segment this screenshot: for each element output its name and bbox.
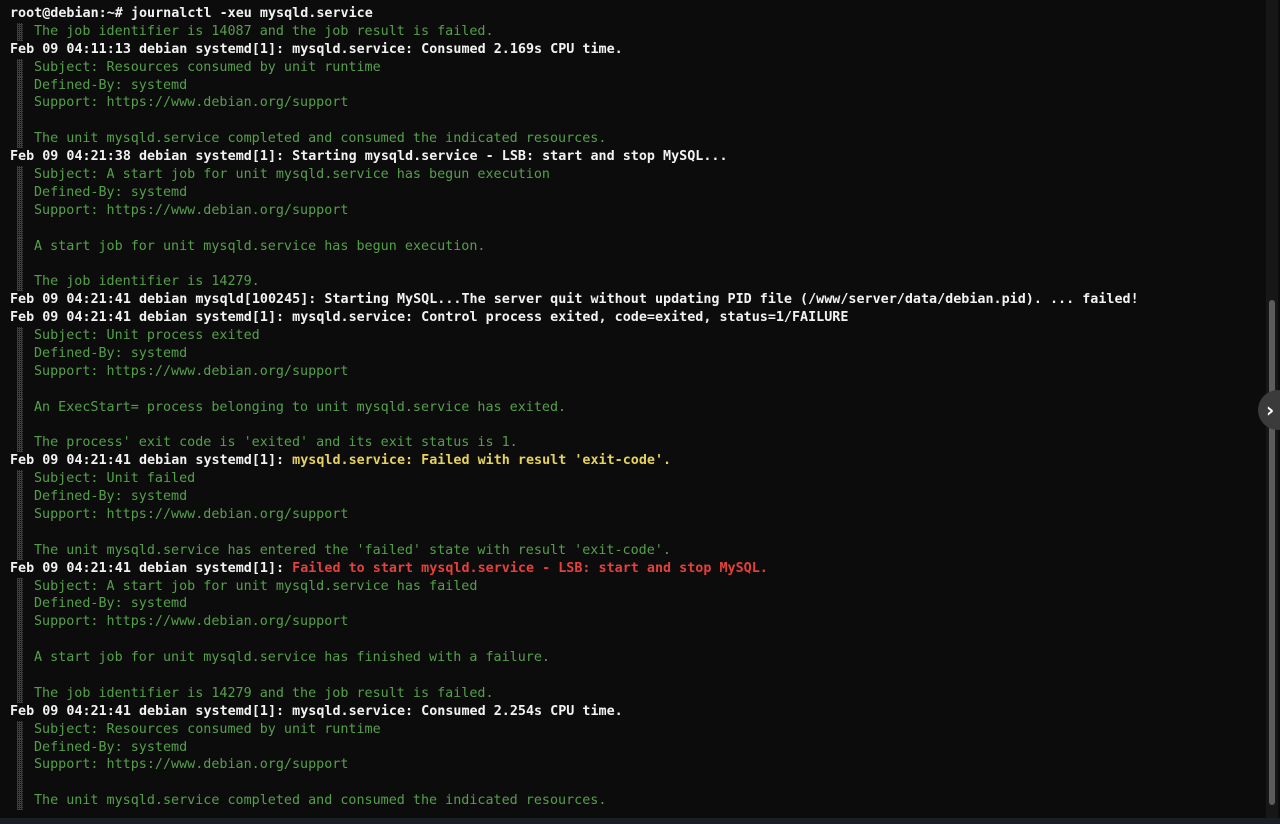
error-message: Failed to start mysqld.service - LSB: st… [292,560,768,576]
log-detail-line [10,416,1266,435]
log-detail-line: An ExecStart= process belonging to unit … [10,398,1266,417]
log-detail-line [10,255,1266,274]
log-detail-line: The unit mysqld.service completed and co… [10,792,1266,810]
log-detail-line: The job identifier is 14279. [10,273,1266,292]
command-prompt-line: root@debian:~# journalctl -xeu mysqld.se… [10,6,373,21]
log-detail-line [10,380,1266,399]
log-detail-line: Support: https://www.debian.org/support [10,756,1266,775]
log-detail-line: The process' exit code is 'exited' and i… [10,434,1266,453]
log-detail-line: The job identifier is 14279 and the job … [10,684,1266,703]
log-detail-line: Support: https://www.debian.org/support [10,201,1266,220]
log-detail-line [10,112,1266,131]
log-detail-line: A start job for unit mysqld.service has … [10,237,1266,256]
scrollbar-thumb[interactable] [1269,300,1275,805]
warning-message: mysqld.service: Failed with result 'exit… [292,453,672,469]
log-entry-prefix: Feb 09 04:21:41 debian systemd[1]: [10,453,293,469]
log-detail-line: Defined-By: systemd [10,183,1266,202]
log-detail-line [10,774,1266,793]
log-detail-line: The unit mysqld.service has entered the … [10,541,1266,560]
log-detail-line: Support: https://www.debian.org/support [10,613,1266,632]
log-detail-line [10,631,1266,649]
log-detail-line [10,523,1266,542]
log-detail-line: Support: https://www.debian.org/support [10,94,1266,113]
log-detail-line: Defined-By: systemd [10,488,1266,506]
log-entry-line: Feb 09 04:21:41 debian systemd[1]: mysql… [10,703,623,719]
log-entry-prefix: Feb 09 04:21:41 debian systemd[1]: [10,560,293,576]
log-detail-line: Support: https://www.debian.org/support [10,362,1266,381]
log-detail-line: Subject: Unit failed [10,470,1266,488]
log-detail-line: Defined-By: systemd [10,738,1266,757]
bottom-edge [0,818,1280,824]
chevron-right-icon: › [1266,398,1275,422]
log-detail-line: Subject: Resources consumed by unit runt… [10,720,1266,739]
log-detail-line: Subject: A start job for unit mysqld.ser… [10,577,1266,596]
log-detail-line [10,219,1266,238]
terminal-output[interactable]: root@debian:~# journalctl -xeu mysqld.se… [0,0,1266,818]
log-detail-line [10,666,1266,685]
log-detail-line: Subject: A start job for unit mysqld.ser… [10,166,1266,184]
log-detail-line: A start job for unit mysqld.service has … [10,649,1266,667]
log-entry-line: Feb 09 04:21:41 debian mysqld[100245]: S… [10,292,1139,308]
log-detail-line: Defined-By: systemd [10,595,1266,614]
log-detail-line: The job identifier is 14087 and the job … [10,22,1266,41]
log-entry-line: Feb 09 04:21:41 debian systemd[1]: Faile… [10,560,1266,578]
log-detail-line: The unit mysqld.service completed and co… [10,130,1266,149]
log-detail-line: Defined-By: systemd [10,76,1266,95]
log-detail-line: Defined-By: systemd [10,344,1266,363]
log-entry-line: Feb 09 04:21:38 debian systemd[1]: Start… [10,149,728,165]
log-detail-line: Subject: Resources consumed by unit runt… [10,58,1266,77]
log-detail-line: Subject: Unit process exited [10,327,1266,345]
log-entry-line: Feb 09 04:11:13 debian systemd[1]: mysql… [10,41,623,57]
log-entry-line: Feb 09 04:21:41 debian systemd[1]: mysql… [10,310,849,326]
log-entry-line: Feb 09 04:21:41 debian systemd[1]: mysql… [10,452,1266,470]
log-detail-line: Support: https://www.debian.org/support [10,505,1266,524]
